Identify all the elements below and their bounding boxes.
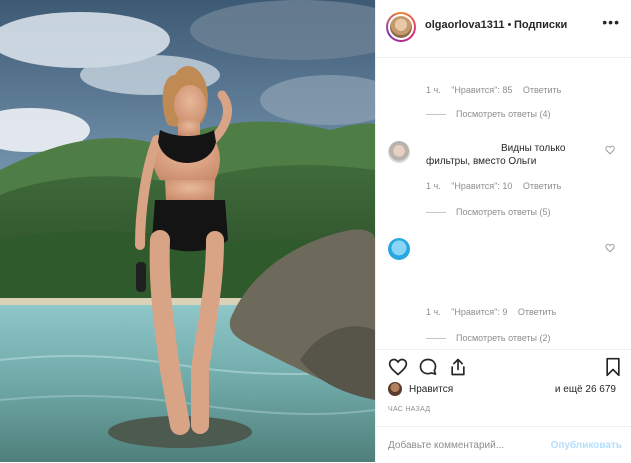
publish-button[interactable]: Опубликовать <box>551 440 622 451</box>
post-time[interactable]: ЧАС НАЗАД <box>388 406 430 413</box>
post-photo[interactable] <box>0 0 375 462</box>
comment-meta: 1 ч. "Нравится": 9 Ответить <box>426 307 564 317</box>
comment-input[interactable]: Добавьте комментарий... <box>388 440 504 451</box>
add-comment-bar: Добавьте комментарий... Опубликовать <box>376 426 631 463</box>
share-icon[interactable] <box>448 357 468 377</box>
divider <box>426 114 446 116</box>
author-avatar[interactable] <box>386 12 416 42</box>
reply-button[interactable]: Ответить <box>523 181 561 191</box>
comment-like-heart-icon[interactable] <box>605 243 615 253</box>
comment-meta: 1 ч. "Нравится": 10 Ответить <box>426 181 569 191</box>
comment-time: 1 ч. <box>426 181 441 191</box>
comment-likes[interactable]: "Нравится": 85 <box>451 85 512 95</box>
comment-like-heart-icon[interactable] <box>605 145 615 155</box>
liked-by-label: Нравится <box>409 384 454 395</box>
liker-avatar[interactable] <box>388 382 402 396</box>
comment-likes[interactable]: "Нравится": 9 <box>451 307 507 317</box>
bookmark-icon[interactable] <box>604 357 622 377</box>
ellipsis-icon[interactable]: ••• <box>602 14 620 30</box>
comment-meta: 1 ч. "Нравится": 85 Ответить <box>426 85 569 95</box>
view-replies[interactable]: Посмотреть ответы (5) <box>426 207 551 217</box>
commenter-avatar[interactable] <box>388 238 410 260</box>
comment-time: 1 ч. <box>426 85 441 95</box>
post-header: olgaorlova1311 • Подписки ••• <box>376 0 631 58</box>
view-replies[interactable]: Посмотреть ответы (2) <box>426 333 551 343</box>
heart-icon[interactable] <box>388 357 408 377</box>
beach-photo-illustration <box>0 0 375 462</box>
instagram-post: olgaorlova1311 • Подписки ••• 1 ч. "Нрави… <box>0 0 631 462</box>
reply-button[interactable]: Ответить <box>523 85 561 95</box>
comments-list: 1 ч. "Нравится": 85 Ответить Посмотреть … <box>376 58 631 348</box>
view-replies[interactable]: Посмотреть ответы (4) <box>426 109 551 119</box>
comment-icon[interactable] <box>418 357 438 377</box>
comment-time: 1 ч. <box>426 307 441 317</box>
reply-button[interactable]: Ответить <box>518 307 556 317</box>
post-sidebar: olgaorlova1311 • Подписки ••• 1 ч. "Нрави… <box>375 0 631 462</box>
comment-likes[interactable]: "Нравится": 10 <box>451 181 512 191</box>
divider <box>426 212 446 214</box>
likes-count[interactable]: и ещё 26 679 <box>555 384 616 395</box>
following-button[interactable]: Подписки <box>514 19 567 31</box>
comment-text-line2: фильтры, вместо Ольги <box>426 156 537 167</box>
post-actions: Нравится и ещё 26 679 ЧАС НАЗАД Добавьте… <box>376 349 631 462</box>
divider <box>426 338 446 340</box>
commenter-avatar[interactable] <box>388 141 410 163</box>
author-username[interactable]: olgaorlova1311 • <box>425 19 514 31</box>
comment-text-line1: Видны только <box>501 143 566 154</box>
